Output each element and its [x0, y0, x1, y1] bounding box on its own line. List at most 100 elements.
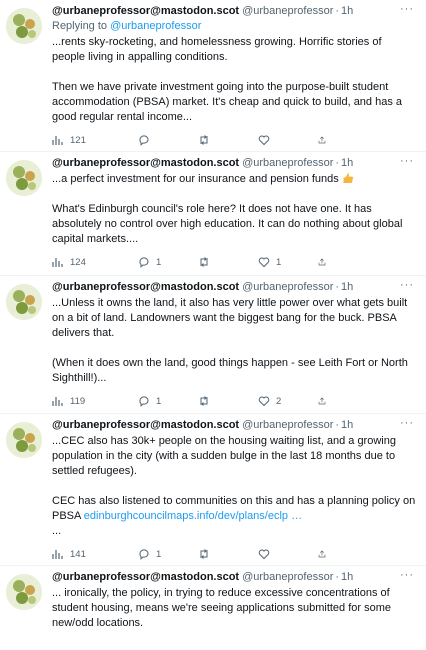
like-button[interactable]: 1	[258, 256, 310, 268]
tweet-paragraph: ...Unless it owns the land, it also has …	[52, 297, 408, 339]
reply-bubble-icon	[139, 257, 149, 268]
reply-button[interactable]: 1	[138, 548, 190, 560]
tweet-paragraph: ...CEC also has 30k+ people on the housi…	[52, 435, 396, 477]
mention-link[interactable]: @urbaneprofessor	[110, 20, 201, 32]
bar-chart-icon	[52, 136, 63, 145]
replying-to-label: Replying to	[52, 20, 111, 32]
retweet-button[interactable]	[198, 395, 250, 407]
tweet-text: ...CEC also has 30k+ people on the housi…	[52, 434, 416, 539]
avatar[interactable]	[6, 422, 42, 458]
display-name[interactable]: @urbaneprofessor@mastodon.scot	[52, 280, 239, 295]
share-button[interactable]	[318, 134, 332, 146]
like-button[interactable]: 2	[258, 395, 310, 407]
views-button[interactable]: 141	[52, 548, 104, 560]
timestamp[interactable]: 1h	[341, 280, 353, 295]
bar-chart-icon	[52, 397, 63, 406]
tweet[interactable]: @urbaneprofessor@mastodon.scot @urbanepr…	[0, 152, 426, 276]
timestamp[interactable]: 1h	[341, 156, 353, 171]
reply-count: 1	[156, 256, 162, 268]
share-icon	[318, 258, 326, 266]
tweet-actions: 141 1	[52, 539, 416, 569]
retweet-icon	[200, 135, 208, 145]
external-link[interactable]: edinburghcouncilmaps.info/dev/plans/eclp	[84, 510, 288, 522]
retweet-button[interactable]	[198, 134, 250, 146]
tweet-thread: @urbaneprofessor@mastodon.scot @urbanepr…	[0, 0, 426, 650]
like-button[interactable]	[258, 134, 310, 146]
more-options-icon[interactable]: ···	[400, 417, 414, 429]
share-button[interactable]	[318, 548, 332, 560]
reply-button[interactable]	[138, 134, 190, 146]
views-button[interactable]: 119	[52, 395, 104, 407]
heart-icon	[258, 549, 270, 560]
tweet[interactable]: @urbaneprofessor@mastodon.scot @urbanepr…	[0, 276, 426, 414]
retweet-icon	[200, 396, 208, 406]
display-name[interactable]: @urbaneprofessor@mastodon.scot	[52, 156, 239, 171]
separator-dot: ·	[335, 419, 340, 431]
share-button[interactable]	[318, 256, 332, 268]
user-handle[interactable]: @urbaneprofessor	[242, 570, 333, 585]
separator-dot: ·	[335, 571, 340, 583]
user-handle[interactable]: @urbaneprofessor	[242, 4, 333, 19]
avatar-image-icon	[6, 422, 42, 458]
more-options-icon[interactable]: ···	[400, 155, 414, 167]
tweet-paragraph: ...rents sky-rocketing, and homelessness…	[52, 36, 382, 63]
reply-count: 1	[156, 395, 162, 407]
avatar-image-icon	[6, 8, 42, 44]
display-name[interactable]: @urbaneprofessor@mastodon.scot	[52, 4, 239, 19]
display-name[interactable]: @urbaneprofessor@mastodon.scot	[52, 418, 239, 433]
link-ellipsis: …	[288, 510, 303, 522]
reply-bubble-icon	[139, 396, 149, 407]
more-options-icon[interactable]: ···	[400, 569, 414, 581]
views-button[interactable]: 121	[52, 134, 104, 146]
views-count: 119	[70, 395, 86, 407]
tweet[interactable]: @urbaneprofessor@mastodon.scot @urbanepr…	[0, 414, 426, 566]
heart-icon	[258, 257, 270, 268]
avatar[interactable]	[6, 574, 42, 610]
reply-count: 1	[156, 548, 162, 560]
bar-chart-icon	[52, 258, 63, 267]
more-options-icon[interactable]: ···	[400, 279, 414, 291]
more-options-icon[interactable]: ···	[400, 3, 414, 15]
share-icon	[318, 550, 326, 558]
replying-to: Replying to @urbaneprofessor	[52, 19, 416, 34]
tweet-paragraph: CEC has also listened to communities on …	[52, 494, 416, 524]
display-name[interactable]: @urbaneprofessor@mastodon.scot	[52, 570, 239, 585]
share-button[interactable]	[318, 395, 332, 407]
separator-dot: ·	[335, 5, 340, 17]
tweet[interactable]: @urbaneprofessor@mastodon.scot @urbanepr…	[0, 566, 426, 650]
views-count: 121	[70, 134, 86, 146]
user-handle[interactable]: @urbaneprofessor	[242, 156, 333, 171]
reply-button[interactable]: 1	[138, 256, 190, 268]
tweet-paragraph: ... ironically, the policy, in trying to…	[52, 587, 392, 629]
views-button[interactable]: 124	[52, 256, 104, 268]
tweet[interactable]: @urbaneprofessor@mastodon.scot @urbanepr…	[0, 0, 426, 152]
tweet-paragraph: (When it does own the land, good things …	[52, 357, 408, 384]
separator-dot: ·	[335, 281, 340, 293]
like-button[interactable]	[258, 548, 310, 560]
tweet-paragraph: Then we have private investment going in…	[52, 81, 403, 123]
avatar-image-icon	[6, 160, 42, 196]
tweet-actions: 121	[52, 125, 416, 155]
avatar[interactable]	[6, 284, 42, 320]
tweet-paragraph-text: ...a perfect investment for our insuranc…	[52, 173, 339, 185]
tweet-text: ...a perfect investment for our insuranc…	[52, 172, 416, 247]
avatar[interactable]	[6, 160, 42, 196]
heart-icon	[258, 135, 270, 146]
retweet-button[interactable]	[198, 256, 250, 268]
tweet-actions: 124 1 1	[52, 247, 416, 277]
tweet-text: ... ironically, the policy, in trying to…	[52, 586, 416, 631]
timestamp[interactable]: 1h	[341, 418, 353, 433]
reply-bubble-icon	[139, 135, 149, 146]
separator-dot: ·	[335, 157, 340, 169]
timestamp[interactable]: 1h	[341, 570, 353, 585]
views-count: 124	[70, 256, 86, 268]
reply-button[interactable]: 1	[138, 395, 190, 407]
retweet-button[interactable]	[198, 548, 250, 560]
share-icon	[318, 136, 326, 144]
user-handle[interactable]: @urbaneprofessor	[242, 280, 333, 295]
avatar[interactable]	[6, 8, 42, 44]
timestamp[interactable]: 1h	[341, 4, 353, 19]
retweet-icon	[200, 257, 208, 267]
user-handle[interactable]: @urbaneprofessor	[242, 418, 333, 433]
tweet-actions: 119 1 2	[52, 386, 416, 416]
